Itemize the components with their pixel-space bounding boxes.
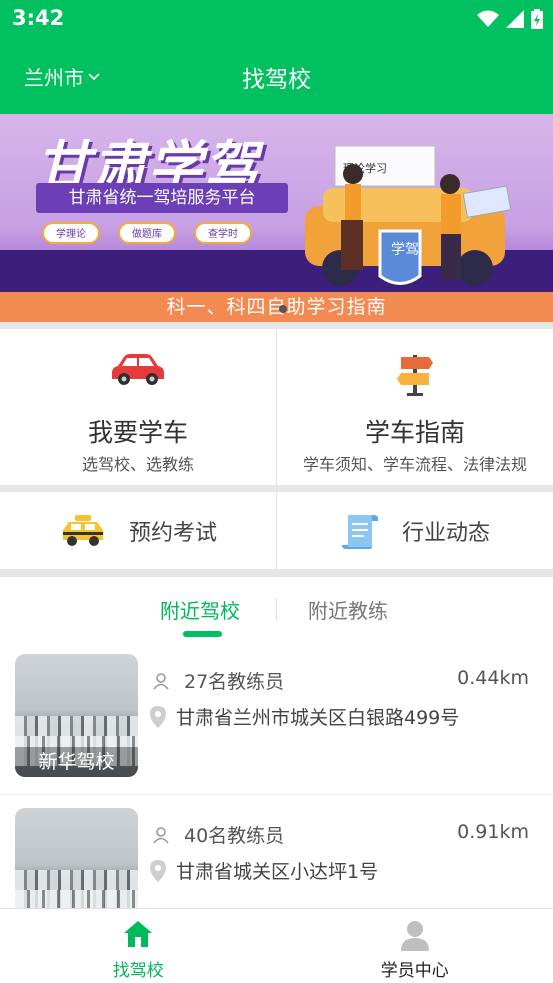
nav-find-school[interactable]: 找驾校 <box>0 909 277 983</box>
person-icon <box>153 672 169 690</box>
school-name: 新华驾校 <box>15 747 138 777</box>
status-icons <box>477 9 543 29</box>
location-pin-icon <box>150 705 166 728</box>
nav-student-center-label: 学员中心 <box>380 961 449 981</box>
banner-illustration: 学驾 理论学习 <box>305 145 512 286</box>
driving-guide-sub: 学车须知、学车流程、法律法规 <box>302 455 527 474</box>
banner-page-indicator <box>279 305 287 313</box>
page-title: 找驾校 <box>242 67 311 93</box>
nav-student-center[interactable]: 学员中心 <box>277 909 553 983</box>
scroll-icon <box>341 514 378 549</box>
person-icon <box>153 826 169 844</box>
status-bar: 3:42 <box>0 0 553 38</box>
learn-driving-label: 我要学车 <box>87 418 188 447</box>
school-distance: 0.44km <box>457 667 529 689</box>
banner-pills: 学理论 做题库 查学时 <box>42 222 252 244</box>
quick-actions: 预约考试 行业动态 <box>0 492 553 569</box>
shield-text-1: 学驾 <box>391 242 419 258</box>
tab-nearby-schools[interactable]: 附近驾校 <box>160 595 240 624</box>
coach-count-text: 40名教练员 <box>184 825 285 847</box>
school-coach-count: 27名教练员 <box>152 667 284 694</box>
home-icon <box>124 921 153 947</box>
section-divider <box>0 322 553 329</box>
tab-active-indicator <box>183 631 222 637</box>
section-divider <box>0 569 553 577</box>
banner-pill: 学理论 <box>42 222 100 244</box>
banner-platform: 甘肃省统一驾培服务平台 <box>36 183 288 213</box>
wifi-icon <box>477 10 499 27</box>
taxi-icon <box>62 514 103 546</box>
feature-grid: 我要学车 选驾校、选教练 学车指南 学车须知、学车流程、法律法规 <box>0 329 553 485</box>
driving-guide-card[interactable]: 学车指南 学车须知、学车流程、法律法规 <box>276 329 553 485</box>
tab-nearby-coaches[interactable]: 附近教练 <box>308 595 388 624</box>
nav-find-school-label: 找驾校 <box>112 961 164 981</box>
bottom-nav: 找驾校 学员中心 <box>0 908 553 983</box>
section-divider <box>0 485 553 492</box>
address-text: 甘肃省城关区小达坪1号 <box>176 861 379 883</box>
learn-driving-card[interactable]: 我要学车 选驾校、选教练 <box>0 329 276 485</box>
book-exam-label: 预约考试 <box>128 520 217 546</box>
tab-separator <box>276 598 277 620</box>
battery-icon <box>531 9 543 29</box>
nearby-tabs: 附近驾校 附近教练 <box>0 577 553 641</box>
location-pin-icon <box>150 859 166 882</box>
industry-news-label: 行业动态 <box>401 520 490 546</box>
banner-pill: 查学时 <box>194 222 252 244</box>
banner-strip: 科一、科四自助学习指南 <box>0 292 553 322</box>
app-bar: 兰州市 找驾校 <box>0 38 553 114</box>
school-photo: 新华驾校 <box>15 654 138 777</box>
signpost-icon <box>397 355 433 396</box>
school-address: 甘肃省兰州市城关区白银路499号 <box>150 703 459 730</box>
status-time: 3:42 <box>12 6 65 30</box>
signal-icon <box>506 10 524 28</box>
learn-driving-sub: 选驾校、选教练 <box>81 455 194 474</box>
user-icon <box>400 921 429 951</box>
address-text: 甘肃省兰州市城关区白银路499号 <box>176 707 460 729</box>
banner-pill: 做题库 <box>118 222 176 244</box>
school-address: 甘肃省城关区小达坪1号 <box>150 857 378 884</box>
driving-guide-label: 学车指南 <box>364 418 465 447</box>
school-list-item[interactable]: 新华驾校 27名教练员 0.44km 甘肃省兰州市城关区白银路499号 <box>0 641 553 795</box>
car-icon <box>112 354 164 385</box>
school-coach-count: 40名教练员 <box>152 821 284 848</box>
promo-banner[interactable]: 甘肃学驾 甘肃省统一驾培服务平台 学理论 做题库 查学时 学驾 理论学习 科一、… <box>0 114 553 322</box>
school-distance: 0.91km <box>457 821 529 843</box>
industry-news-button[interactable]: 行业动态 <box>276 492 553 569</box>
coach-count-text: 27名教练员 <box>184 671 285 693</box>
book-exam-button[interactable]: 预约考试 <box>0 492 276 569</box>
